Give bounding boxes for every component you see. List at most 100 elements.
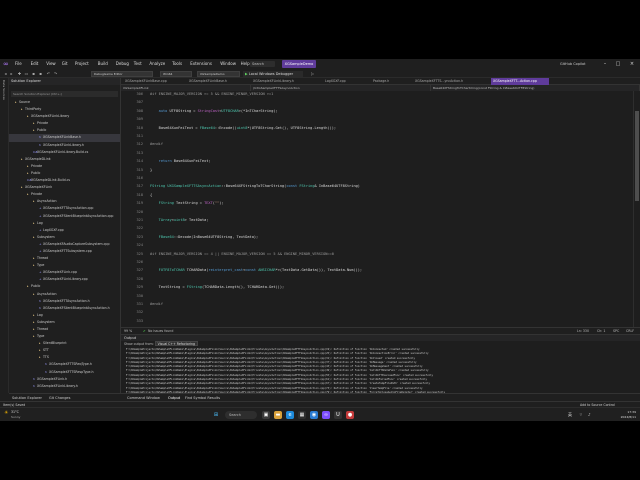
network-icon[interactable]: ⌔	[579, 412, 583, 418]
tree-item[interactable]: ▸ Public	[9, 127, 120, 134]
tree-item[interactable]: ▸ STT	[9, 347, 120, 354]
editor-tab[interactable]: XGSampleXFTTS...yncAction.h	[413, 78, 487, 85]
tree-item[interactable]: ▸ Source	[9, 99, 120, 106]
tree-item[interactable]: h XGSampleXFLinkBase.h	[9, 134, 120, 142]
tree-item[interactable]: +XGSampleXFTTSubsystem.cpp	[9, 248, 120, 255]
tree-item[interactable]: ▸ XGSampleDLink	[9, 156, 120, 163]
tree-item[interactable]: ▸ Thread	[9, 255, 120, 262]
menu-test[interactable]: Test	[134, 59, 142, 69]
menu-extensions[interactable]: Extensions	[190, 59, 212, 69]
chrome-icon[interactable]: ◉	[310, 411, 318, 419]
menu-git[interactable]: Git	[62, 59, 68, 69]
store-icon[interactable]: ▦	[298, 411, 306, 419]
data-sources-tab[interactable]: Data Sources	[2, 80, 6, 100]
run-debugger-button[interactable]: ▶ Local Windows Debugger	[243, 71, 303, 77]
menu-analyze[interactable]: Analyze	[149, 59, 165, 69]
windows-start-icon[interactable]: ⊞	[212, 411, 220, 419]
tree-item[interactable]: ▸ AsyncAction	[9, 291, 120, 298]
configuration-dropdown[interactable]: DebugGame Editor	[91, 71, 153, 77]
tree-item[interactable]: h XGSampleXFLinkLibrary.h	[9, 142, 120, 149]
editor-tab[interactable]: XGSampleXFLinkLibrary.h	[251, 78, 319, 85]
taskbar-search[interactable]: Search	[225, 411, 257, 419]
weather-description[interactable]: Sunny	[11, 415, 20, 419]
menu-build[interactable]: Build	[98, 59, 108, 69]
editor-tab[interactable]: LogXGXF.cpp	[323, 78, 367, 85]
close-icon[interactable]: ×	[627, 59, 637, 69]
task-view-icon[interactable]: ▣	[262, 411, 270, 419]
open-folder-icon[interactable]: ▭	[24, 71, 29, 76]
volume-icon[interactable]: ♪	[588, 412, 591, 417]
editor-vertical-scrollbar[interactable]	[633, 91, 640, 327]
visual-studio-icon[interactable]: ∞	[322, 411, 330, 419]
solution-explorer-search-input[interactable]: Search Solution Explorer (Ctrl+;)	[11, 91, 118, 97]
tree-item[interactable]: ▸ Thread	[9, 326, 120, 333]
forward-icon[interactable]: ▸	[9, 71, 14, 76]
tree-item[interactable]: ▸ Log	[9, 220, 120, 227]
weather-icon[interactable]: ☀	[4, 410, 8, 416]
new-item-icon[interactable]: ✚	[17, 71, 22, 76]
unreal-engine-icon[interactable]: U	[334, 411, 342, 419]
search-input[interactable]: Search	[250, 61, 275, 67]
tree-item[interactable]: C#XGSampleXFLinkLibrary.Build.cs	[9, 149, 120, 156]
tree-item[interactable]: h XGSampleXFTTSRespType.h	[9, 369, 120, 376]
weather-temperature[interactable]: 31°C	[11, 410, 19, 414]
editor-tab[interactable]: XGSampleXFLinkBase.h	[187, 78, 247, 85]
tree-item[interactable]: ▸ Subsystem	[9, 234, 120, 241]
tree-item[interactable]: h XGSampleXFTTSReqType.h	[9, 361, 120, 368]
menu-debug[interactable]: Debug	[116, 59, 129, 69]
minimize-icon[interactable]: –	[600, 59, 610, 69]
copilot-button[interactable]: GitHub Copilot	[560, 59, 586, 69]
tree-item[interactable]: ▸ SilentBlueprint	[9, 340, 120, 347]
tree-item[interactable]: ▸ Log	[9, 312, 120, 319]
scrollbar-thumb[interactable]	[635, 111, 639, 201]
tree-item[interactable]: ▸ Type	[9, 333, 120, 340]
tree-item[interactable]: ▸ Type	[9, 262, 120, 269]
tree-item[interactable]: ▸ Subsystem	[9, 319, 120, 326]
tree-item[interactable]: ▸ Public	[9, 170, 120, 177]
menu-edit[interactable]: Edit	[31, 59, 39, 69]
menu-tools[interactable]: Tools	[172, 59, 182, 69]
tree-item[interactable]: +XGSampleXFLink.cpp	[9, 269, 120, 276]
platform-dropdown[interactable]: Win64	[160, 71, 192, 77]
menu-file[interactable]: File	[15, 59, 22, 69]
start-without-debugging-icon[interactable]: ▷	[310, 71, 315, 76]
tree-item[interactable]: ▸ TTS	[9, 354, 120, 361]
tree-item[interactable]: ▸ Public	[9, 283, 120, 290]
tree-item[interactable]: h XGSampleXFLinkLibrary.h	[9, 383, 120, 390]
menu-help[interactable]: Help	[241, 59, 250, 69]
menu-view[interactable]: View	[46, 59, 56, 69]
menu-project[interactable]: Project	[75, 59, 89, 69]
tree-item[interactable]: ▸ AsyncAction	[9, 198, 120, 205]
startup-project-dropdown[interactable]: XGSampleDemo	[197, 71, 240, 77]
system-clock[interactable]: 17:39 2024/8/11	[606, 410, 636, 419]
save-all-icon[interactable]: ▪	[38, 71, 43, 76]
output-source-dropdown[interactable]: Visual C++ Refactoring	[154, 341, 199, 346]
edge-icon[interactable]: e	[286, 411, 294, 419]
save-icon[interactable]: ▪	[31, 71, 36, 76]
app-icon[interactable]: ●	[346, 411, 354, 419]
editor-tab[interactable]: XGSampleXFTT...Action.cpp	[491, 78, 549, 85]
back-icon[interactable]: ◂	[3, 71, 8, 76]
solution-name-badge[interactable]: XGSampleDemo	[282, 60, 316, 68]
tree-item[interactable]: h XGSampleXFSilentBlueprintAsyncAction.h	[9, 305, 120, 312]
file-explorer-icon[interactable]: ▬	[274, 411, 282, 419]
editor-tab[interactable]: Package.h	[371, 78, 409, 85]
tree-item[interactable]: +XGSampleXFTTAsyncAction.cpp	[9, 205, 120, 212]
undo-icon[interactable]: ↶	[46, 71, 51, 76]
maximize-icon[interactable]: □	[613, 59, 623, 69]
tree-item[interactable]: +XGSampleXFAudioCaptureSubsystem.cpp	[9, 241, 120, 248]
tree-item[interactable]: h XGSampleXFLink.h	[9, 376, 120, 383]
tree-item[interactable]: +XGSampleXFLinkLibrary.cpp	[9, 276, 120, 283]
ime-indicator[interactable]: 英	[568, 412, 572, 418]
code-editor[interactable]: 306 307 308 309 310 311 312 313 314 315 316 317 318 3…	[121, 91, 633, 327]
tree-item[interactable]: +LogXGXF.cpp	[9, 227, 120, 234]
tree-item[interactable]: ▸ XGSampleXFLinkLibrary	[9, 113, 120, 120]
tree-item[interactable]: ▸ ThirdParty	[9, 106, 120, 113]
output-log[interactable]: F:\XGSampleProjects\XGSampleXFLinkDemo\P…	[121, 348, 640, 393]
tree-item[interactable]: ▸ Private	[9, 163, 120, 170]
editor-tab[interactable]: XGSampleXFLinkBase.cpp	[123, 78, 183, 85]
tree-item[interactable]: C#XGSampleDLink.Build.cs	[9, 177, 120, 184]
redo-icon[interactable]: ↷	[53, 71, 58, 76]
tree-item[interactable]: +XGSampleXFSilentBlueprintAsyncAction.cp…	[9, 213, 120, 220]
tree-item[interactable]: ▸ XGSampleXFLink	[9, 184, 120, 191]
